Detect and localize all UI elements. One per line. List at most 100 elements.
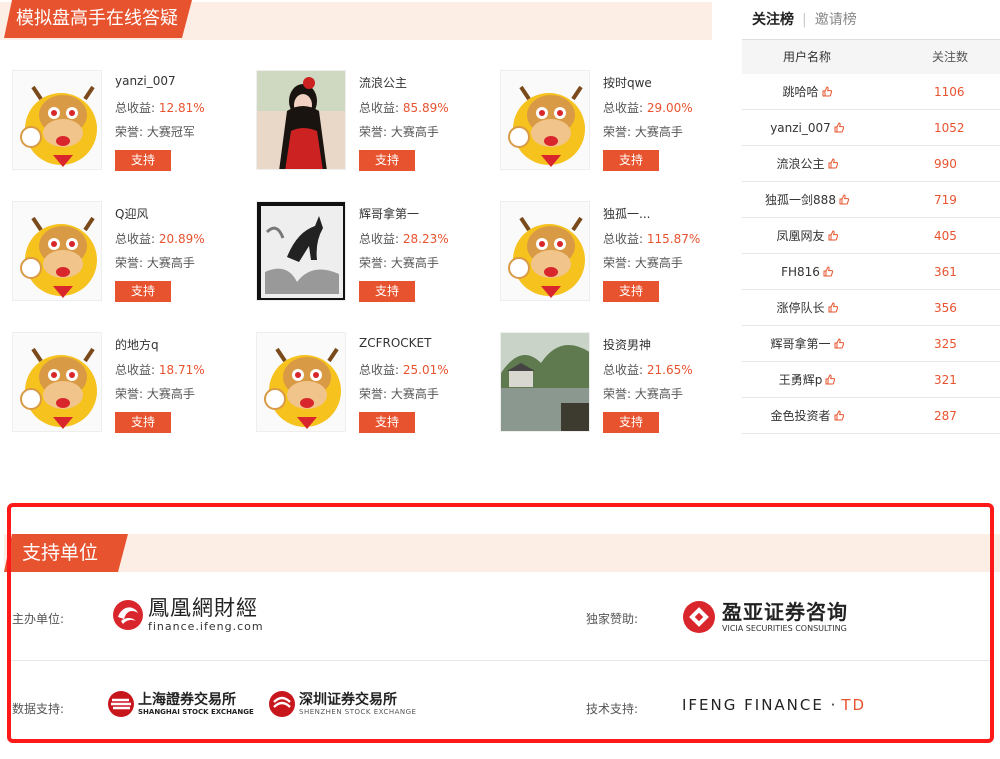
ranking-row: 独孤一剑888 719 [742, 182, 1000, 218]
ranking-follow-count: 287 [934, 409, 957, 423]
expert-avatar[interactable] [500, 201, 590, 301]
ranking-user-link[interactable]: 跳哈哈 [782, 85, 818, 99]
thumbs-up-icon[interactable] [822, 86, 832, 97]
support-button[interactable]: 支持 [603, 412, 659, 433]
tab-invite-rank[interactable]: 邀请榜 [815, 12, 857, 28]
gain-label: 总收益: [359, 101, 400, 115]
expert-avatar[interactable] [256, 332, 346, 432]
gain-label: 总收益: [115, 363, 156, 377]
expert-name[interactable]: 投资男神 [603, 336, 651, 353]
expert-name[interactable]: 按时qwe [603, 74, 652, 91]
expert-honor: 荣誉: 大赛高手 [359, 254, 439, 271]
thumbs-up-icon[interactable] [828, 158, 838, 169]
expert-avatar[interactable] [12, 70, 102, 170]
support-button[interactable]: 支持 [603, 150, 659, 171]
ranking-user-name: 王勇辉p [742, 362, 872, 398]
ranking-user-link[interactable]: FH816 [781, 265, 820, 279]
ranking-user-link[interactable]: yanzi_007 [770, 121, 831, 135]
thumbs-up-icon[interactable] [828, 302, 838, 313]
ranking-row: yanzi_007 1052 [742, 110, 1000, 146]
support-button[interactable]: 支持 [359, 412, 415, 433]
ranking-header: 用户名称 关注数 [742, 40, 1000, 74]
section-title: 模拟盘高手在线答疑 [4, 0, 192, 38]
honor-value: 大赛高手 [390, 387, 439, 401]
support-button[interactable]: 支持 [115, 412, 171, 433]
ranking-row: 辉哥拿第一 325 [742, 326, 1000, 362]
expert-gain: 总收益: 85.89% [359, 99, 449, 116]
honor-label: 荣誉: [359, 256, 388, 270]
gain-label: 总收益: [603, 363, 644, 377]
expert-name[interactable]: Q迎风 [115, 205, 148, 222]
honor-label: 荣誉: [359, 387, 388, 401]
expert-name[interactable]: 的地方q [115, 336, 159, 353]
support-button[interactable]: 支持 [359, 281, 415, 302]
expert-avatar[interactable] [256, 201, 346, 301]
honor-label: 荣誉: [115, 387, 144, 401]
thumbs-up-icon[interactable] [828, 230, 838, 241]
support-button[interactable]: 支持 [603, 281, 659, 302]
ranking-row: 跳哈哈 1106 [742, 74, 1000, 110]
expert-avatar[interactable] [12, 332, 102, 432]
ranking-follow-count: 1052 [934, 121, 965, 135]
thumbs-up-icon[interactable] [834, 338, 844, 349]
expert-card: 独孤一... 总收益: 115.87% 荣誉: 大赛高手 支持 [500, 201, 740, 303]
ranking-user-link[interactable]: 涨停队长 [776, 301, 824, 315]
honor-value: 大赛高手 [390, 125, 439, 139]
ranking-follow-count: 325 [934, 337, 957, 351]
ranking-user-link[interactable]: 王勇辉p [779, 373, 823, 387]
thumbs-up-icon[interactable] [823, 266, 833, 277]
expert-honor: 荣誉: 大赛冠军 [115, 123, 195, 140]
expert-card: 流浪公主总收益: 85.89% 荣誉: 大赛高手支持 [256, 70, 496, 172]
gain-value: 29.00% [646, 101, 693, 115]
thumbs-up-icon[interactable] [834, 410, 844, 421]
expert-name[interactable]: ZCFROCKET [359, 336, 431, 350]
support-button[interactable]: 支持 [115, 150, 171, 171]
expert-avatar[interactable] [256, 70, 346, 170]
ranking-follow-count: 321 [934, 373, 957, 387]
tab-follow-rank[interactable]: 关注榜 [752, 12, 794, 28]
ranking-user-name: 涨停队长 [742, 290, 872, 326]
expert-name[interactable]: 流浪公主 [359, 74, 407, 91]
expert-gain: 总收益: 20.89% [115, 230, 205, 247]
thumbs-up-icon[interactable] [834, 122, 844, 133]
ranking-user-link[interactable]: 凤凰网友 [776, 229, 824, 243]
ranking-row: 凤凰网友 405 [742, 218, 1000, 254]
gain-value: 12.81% [158, 101, 205, 115]
ranking-user-link[interactable]: 流浪公主 [776, 157, 824, 171]
expert-honor: 荣誉: 大赛高手 [603, 254, 683, 271]
expert-honor: 荣誉: 大赛高手 [603, 385, 683, 402]
expert-honor: 荣誉: 大赛高手 [359, 385, 439, 402]
tab-separator: | [802, 12, 807, 28]
thumbs-up-icon[interactable] [839, 194, 849, 205]
ranking-follow-count: 1106 [934, 85, 965, 99]
ranking-user-link[interactable]: 金色投资者 [770, 409, 830, 423]
support-button[interactable]: 支持 [115, 281, 171, 302]
support-button[interactable]: 支持 [359, 150, 415, 171]
expert-name[interactable]: 辉哥拿第一 [359, 205, 419, 222]
expert-avatar[interactable] [500, 70, 590, 170]
expert-gain: 总收益: 29.00% [603, 99, 693, 116]
ranking-row: 涨停队长 356 [742, 290, 1000, 326]
ranking-user-name: 流浪公主 [742, 146, 872, 182]
expert-honor: 荣誉: 大赛高手 [359, 123, 439, 140]
ranking-user-link[interactable]: 独孤一剑888 [765, 193, 836, 207]
ranking-row: FH816 361 [742, 254, 1000, 290]
gain-value: 85.89% [402, 101, 449, 115]
honor-label: 荣誉: [115, 125, 144, 139]
expert-avatar[interactable] [12, 201, 102, 301]
gain-value: 115.87% [646, 232, 701, 246]
ranking-user-name: yanzi_007 [742, 110, 872, 146]
ranking-follow-count: 719 [934, 193, 957, 207]
thumbs-up-icon[interactable] [825, 374, 836, 385]
ranking-user-link[interactable]: 辉哥拿第一 [770, 337, 830, 351]
expert-name[interactable]: 独孤一... [603, 205, 650, 222]
ranking-follow-count: 361 [934, 265, 957, 279]
expert-avatar[interactable] [500, 332, 590, 432]
expert-card: Q迎风 总收益: 20.89% 荣誉: 大赛高手 支持 [12, 201, 252, 303]
col-follow-count: 关注数 [932, 50, 969, 64]
honor-value: 大赛高手 [146, 256, 195, 270]
expert-name[interactable]: yanzi_007 [115, 74, 176, 88]
gain-value: 18.71% [158, 363, 205, 377]
ranking-user-name: 辉哥拿第一 [742, 326, 872, 362]
highlight-box [7, 503, 994, 743]
